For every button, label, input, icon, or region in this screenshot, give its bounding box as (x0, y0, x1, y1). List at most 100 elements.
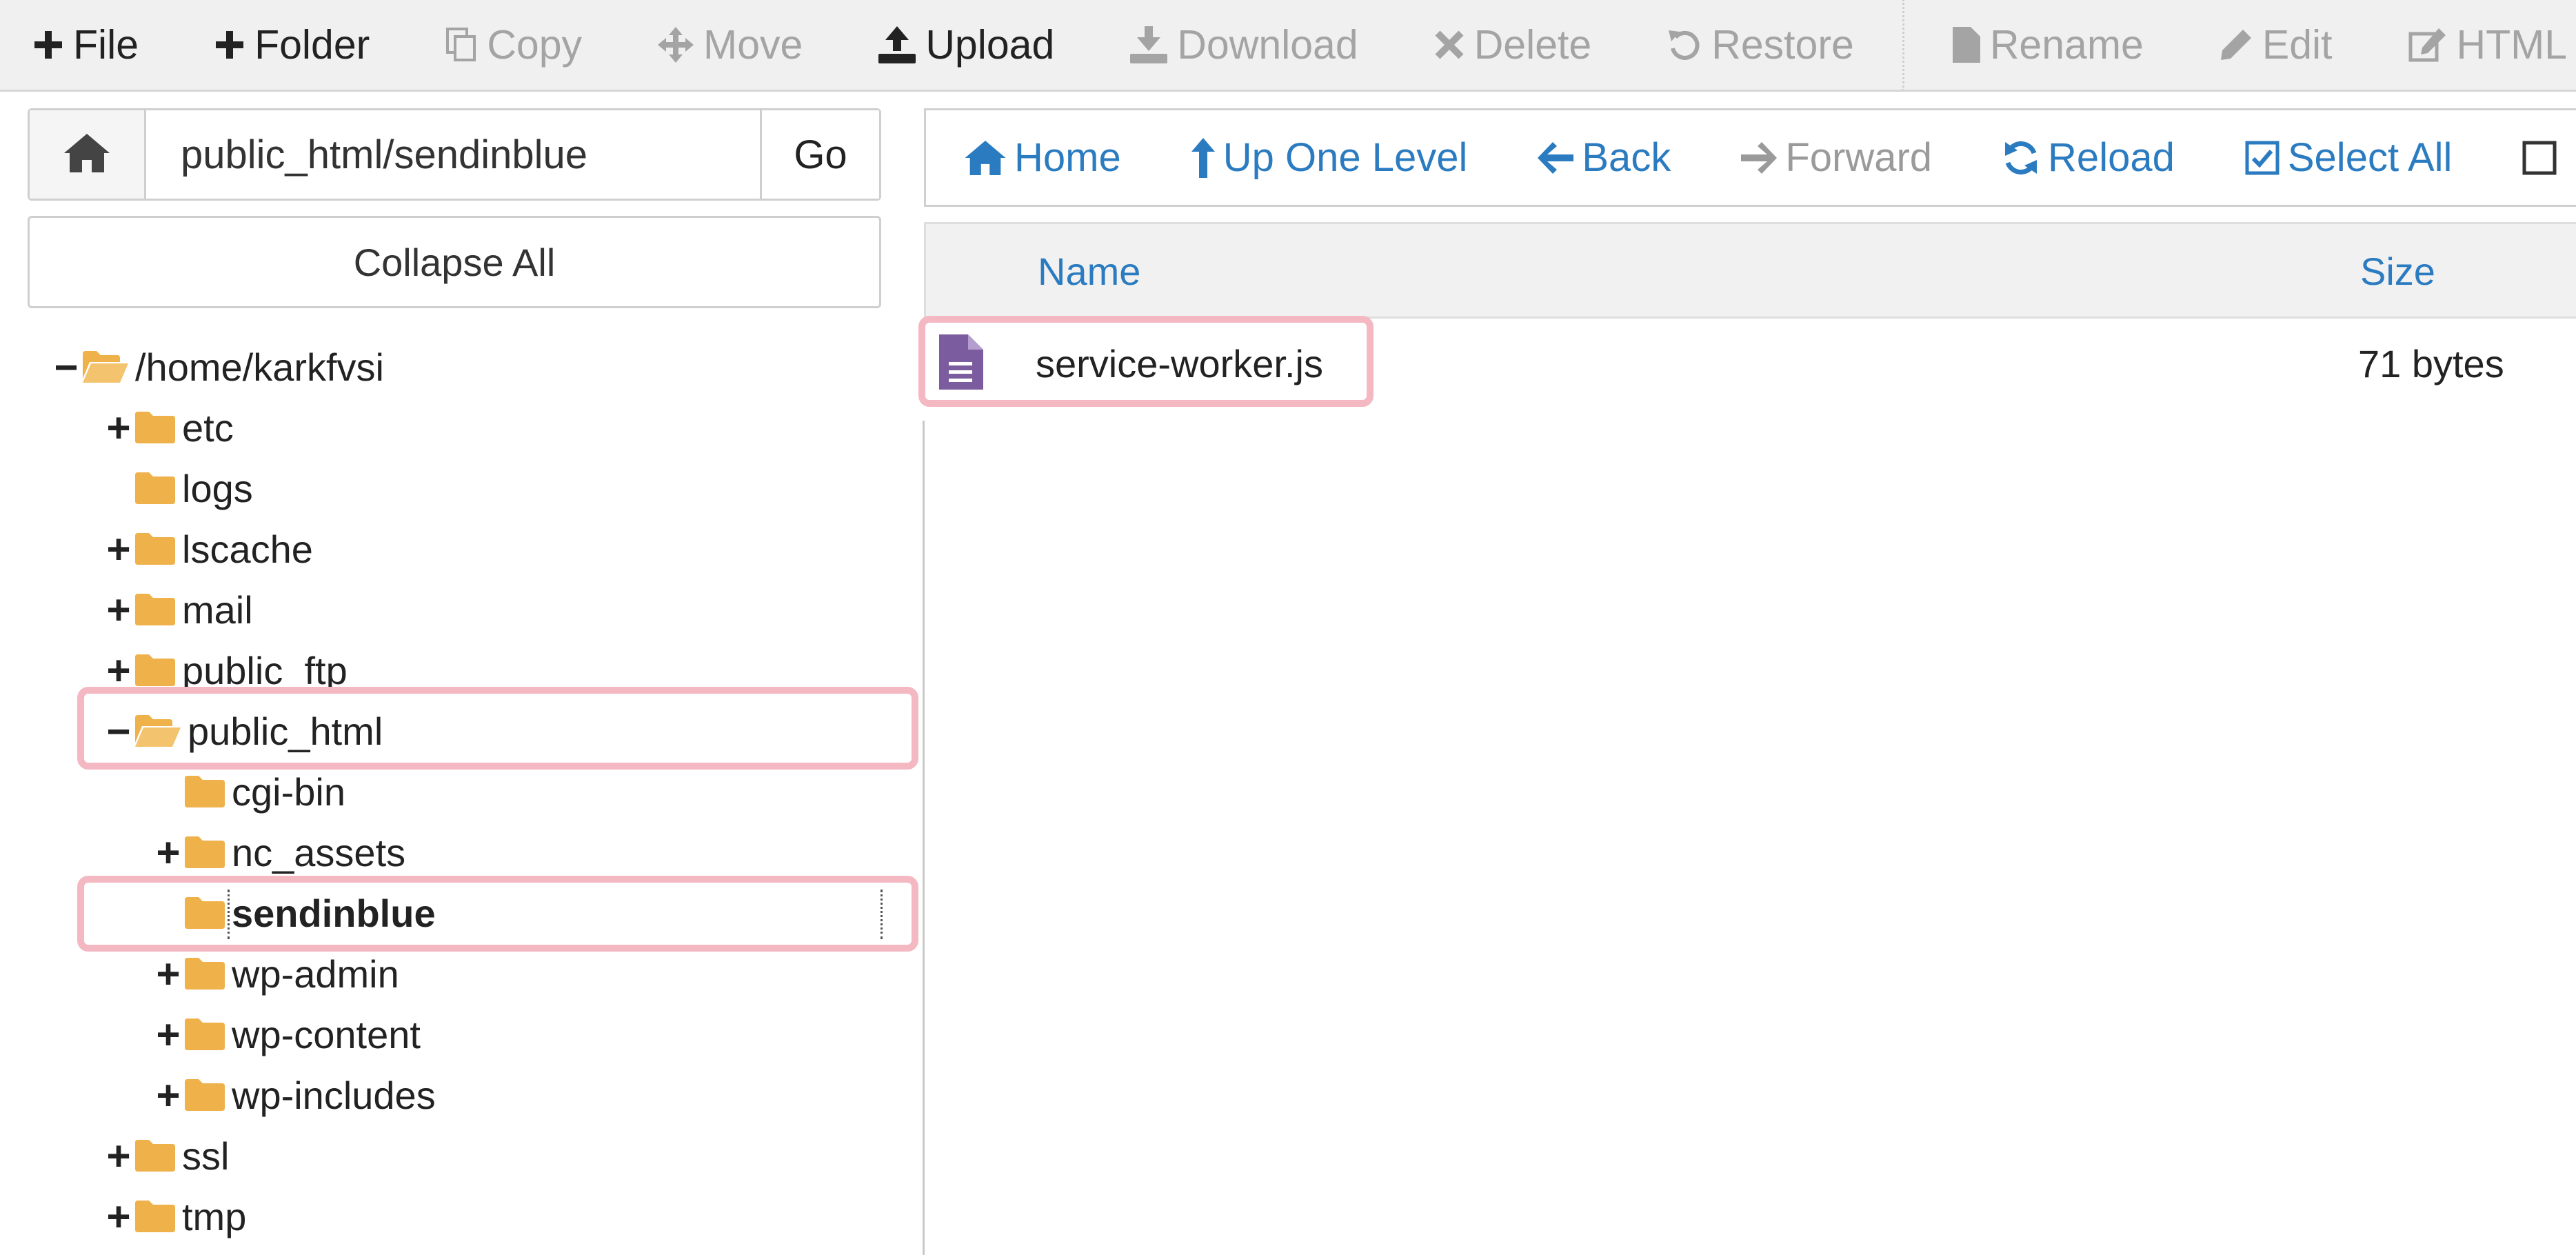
tree-item-wp-includes[interactable]: + wp-includes (152, 1065, 436, 1125)
home-icon (64, 133, 110, 176)
collapse-toggle-icon[interactable]: − (50, 343, 83, 391)
tree-item-cgi-bin[interactable]: cgi-bin (152, 761, 345, 822)
tree-item-label: wp-admin (232, 952, 399, 996)
collapse-all-button[interactable]: Collapse All (28, 216, 881, 308)
up-one-level-button[interactable]: Up One Level (1191, 134, 1467, 181)
expand-toggle-icon[interactable]: + (102, 525, 135, 573)
html-editor-button[interactable]: HTML E (2408, 21, 2576, 68)
copy-icon (445, 27, 477, 63)
selection-dotted-border (228, 890, 883, 939)
expand-toggle-icon[interactable]: + (102, 1193, 135, 1241)
upload-label: Upload (925, 22, 1055, 68)
tree-item-tmp[interactable]: + tmp (102, 1186, 246, 1247)
restore-button[interactable]: Restore (1667, 21, 1854, 68)
tree-item-label: cgi-bin (232, 770, 345, 814)
rename-button[interactable]: Rename (1952, 21, 2144, 68)
expand-toggle-icon[interactable]: + (102, 404, 135, 452)
toolbar-separator (1902, 0, 1904, 90)
tree-item-label: nc_assets (232, 830, 406, 874)
upload-icon (878, 26, 916, 63)
go-button[interactable]: Go (760, 110, 879, 199)
download-icon (1130, 26, 1168, 63)
copy-label: Copy (487, 22, 583, 68)
expand-toggle-icon[interactable]: + (102, 586, 135, 634)
tree-item-nc-assets[interactable]: + nc_assets (152, 822, 405, 883)
forward-label: Forward (1785, 135, 1933, 180)
back-label: Back (1582, 135, 1671, 180)
path-bar: Go (28, 108, 881, 201)
expand-toggle-icon[interactable]: + (102, 1132, 135, 1180)
checkbox-icon (2522, 141, 2557, 175)
copy-button[interactable]: Copy (445, 21, 582, 68)
toolbar: File Folder Copy Move Upload Download De… (0, 0, 2576, 92)
folder-icon (185, 836, 225, 868)
folder-icon (135, 412, 175, 443)
tree-item-lscache[interactable]: + lscache (102, 519, 313, 579)
tree-item-wp-content[interactable]: + wp-content (152, 1004, 421, 1065)
new-folder-button[interactable]: Folder (214, 21, 370, 68)
folder-icon (135, 1201, 175, 1232)
expand-toggle-icon[interactable]: + (152, 950, 185, 998)
pane-splitter[interactable] (923, 421, 925, 1255)
tree-item-label: etc (182, 405, 234, 450)
move-label: Move (703, 22, 803, 68)
move-icon (658, 27, 694, 63)
expand-toggle-icon[interactable]: + (152, 829, 185, 876)
level-up-icon (1191, 137, 1215, 178)
select-all-button[interactable]: Select All (2245, 134, 2452, 181)
arrow-right-icon (1741, 141, 1778, 174)
expand-toggle-icon[interactable]: + (152, 1011, 185, 1058)
reload-button[interactable]: Reload (2002, 134, 2175, 181)
path-home-button[interactable] (30, 110, 146, 199)
tree-item-label: wp-includes (232, 1073, 436, 1117)
edit-label: Edit (2262, 22, 2333, 68)
arrow-left-icon (1538, 141, 1574, 174)
tree-item-home-karkfvsi[interactable]: − /home/karkfvsi (50, 337, 384, 397)
tree-item-mail[interactable]: + mail (102, 579, 252, 640)
plus-icon (33, 30, 63, 60)
folder-icon (185, 1018, 225, 1050)
folder-open-icon (83, 351, 128, 383)
folder-icon (185, 776, 225, 807)
tree-item-ssl[interactable]: + ssl (102, 1125, 229, 1186)
unselect-all-button[interactable] (2522, 141, 2565, 175)
nav-home-button[interactable]: Home (965, 134, 1121, 181)
reload-label: Reload (2048, 135, 2175, 180)
size-column-header[interactable]: Size (2360, 249, 2435, 294)
back-button[interactable]: Back (1538, 134, 1671, 181)
upload-button[interactable]: Upload (878, 21, 1054, 68)
folder-icon (135, 533, 175, 565)
navigation-bar: Home Up One Level Back Forward Reload Se… (924, 108, 2576, 207)
tree-item-label: logs (182, 466, 253, 510)
path-input[interactable] (146, 110, 760, 199)
tree-item-logs[interactable]: logs (102, 458, 253, 519)
tree-item-label: wp-content (232, 1012, 421, 1056)
tree-item-label: public_ftp (182, 648, 348, 692)
checked-box-icon (2245, 141, 2280, 175)
forward-button[interactable]: Forward (1741, 134, 1932, 181)
name-column-header[interactable]: Name (1038, 249, 1140, 294)
folder-icon (185, 958, 225, 990)
folder-icon (135, 1140, 175, 1172)
move-button[interactable]: Move (658, 21, 803, 68)
tree-item-label: /home/karkfvsi (135, 345, 384, 389)
tree-item-etc[interactable]: + etc (102, 397, 234, 458)
delete-button[interactable]: Delete (1434, 21, 1592, 68)
folder-icon (185, 1079, 225, 1111)
file-size: 71 bytes (2358, 342, 2504, 385)
close-icon (1434, 30, 1465, 60)
delete-label: Delete (1473, 22, 1592, 68)
new-file-button[interactable]: File (33, 21, 139, 68)
expand-toggle-icon[interactable]: + (152, 1072, 185, 1119)
home-icon (965, 140, 1006, 175)
edit-button[interactable]: Edit (2220, 21, 2333, 68)
folder-icon (135, 472, 175, 504)
pencil-icon (2220, 28, 2253, 61)
plus-icon (214, 30, 245, 60)
restore-label: Restore (1711, 22, 1854, 68)
download-button[interactable]: Download (1130, 21, 1358, 68)
folder-icon (135, 654, 175, 686)
tree-item-label: lscache (182, 527, 313, 571)
tree-item-label: tmp (182, 1194, 247, 1238)
tree-item-wp-admin[interactable]: + wp-admin (152, 943, 399, 1004)
